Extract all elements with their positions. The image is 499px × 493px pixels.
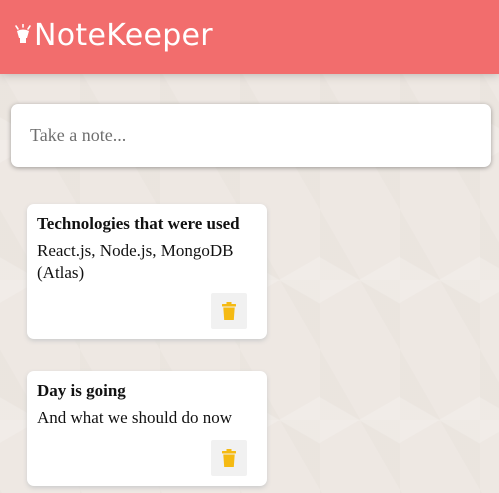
note-content: And what we should do now bbox=[37, 408, 233, 427]
app-header: NoteKeeper bbox=[0, 0, 499, 74]
app-title: NoteKeeper bbox=[34, 17, 213, 53]
trash-icon bbox=[222, 449, 236, 467]
trash-icon bbox=[222, 302, 236, 320]
note-title: Technologies that were used bbox=[37, 214, 240, 233]
delete-note-button[interactable] bbox=[211, 440, 247, 476]
note-card: Technologies that were used React.js, No… bbox=[27, 204, 267, 339]
delete-note-button[interactable] bbox=[211, 293, 247, 329]
lightbulb-icon bbox=[14, 23, 32, 46]
note-content: React.js, Node.js, MongoDB (Atlas) bbox=[37, 241, 234, 282]
note-title: Day is going bbox=[37, 381, 126, 400]
create-note-form bbox=[11, 104, 491, 167]
note-card: Day is going And what we should do now bbox=[27, 371, 267, 486]
take-note-input[interactable] bbox=[11, 104, 491, 167]
app-logo: NoteKeeper bbox=[14, 18, 213, 53]
